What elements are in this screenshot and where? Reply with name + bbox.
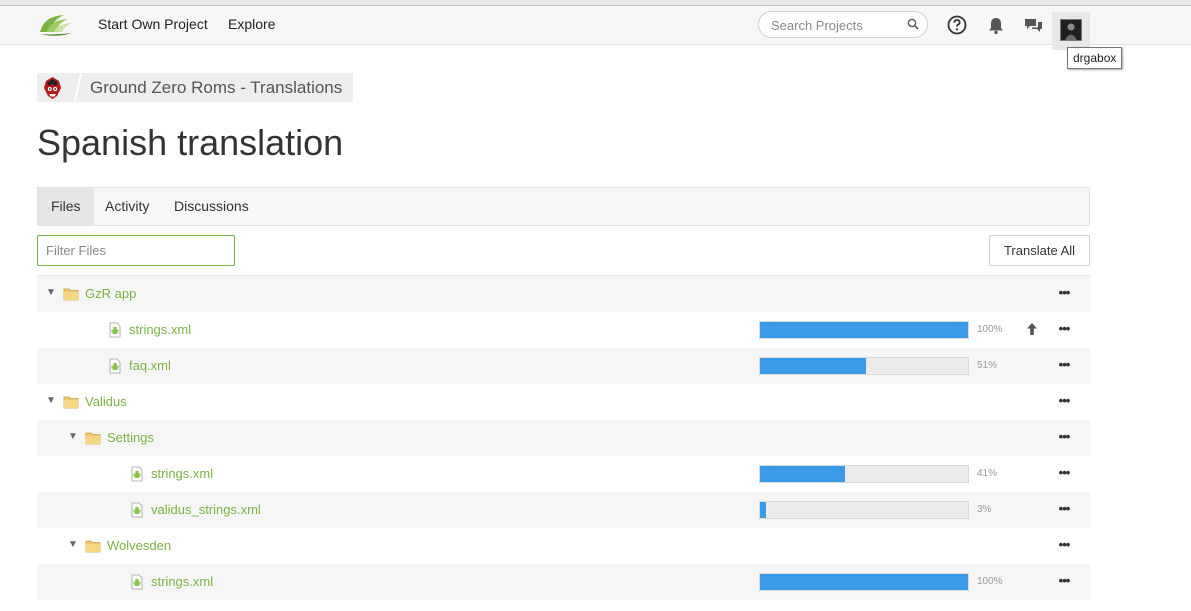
translation-progress-bar [759, 501, 969, 519]
avatar[interactable] [1060, 19, 1082, 41]
search-icon[interactable] [907, 18, 919, 30]
nav-start-own-project[interactable]: Start Own Project [98, 16, 208, 32]
messages-icon[interactable] [1022, 14, 1044, 36]
user-tooltip: drgabox [1067, 47, 1123, 69]
tab-discussions[interactable]: Discussions [161, 188, 262, 225]
tree-file-row[interactable]: faq.xml 51% ••• [37, 348, 1090, 384]
tree-folder-row[interactable]: ▼ GzR app ••• [37, 276, 1090, 312]
folder-icon [85, 432, 101, 445]
more-options-icon[interactable]: ••• [1053, 352, 1075, 378]
folder-icon [63, 396, 79, 409]
more-options-icon[interactable]: ••• [1053, 460, 1075, 486]
tree-file-row[interactable]: validus_strings.xml 3% ••• [37, 492, 1090, 528]
translation-progress-bar [759, 357, 969, 375]
tree-folder-row[interactable]: ▼ Wolvesden ••• [37, 528, 1090, 564]
more-options-icon[interactable]: ••• [1053, 280, 1075, 306]
folder-icon [63, 288, 79, 301]
file-tree: ▼ GzR app ••• strings.xml 100% ••• faq.xml 51% •… [37, 275, 1090, 600]
android-file-icon [131, 502, 143, 518]
breadcrumb: Ground Zero Roms - Translations [37, 73, 353, 102]
more-options-icon[interactable]: ••• [1053, 424, 1075, 450]
progress-fill [760, 466, 846, 482]
search-box [758, 11, 928, 38]
tab-files[interactable]: Files [38, 188, 94, 225]
folder-name[interactable]: GzR app [85, 286, 136, 301]
progress-fill [760, 502, 767, 518]
nav-explore[interactable]: Explore [228, 16, 275, 32]
progress-percent: 100% [977, 324, 1003, 335]
progress-fill [760, 358, 867, 374]
tree-file-row[interactable]: strings.xml 100% ••• [37, 312, 1090, 348]
help-icon[interactable] [946, 14, 968, 36]
more-options-icon[interactable]: ••• [1053, 388, 1075, 414]
file-name-link[interactable]: strings.xml [129, 322, 191, 337]
tree-folder-row[interactable]: ▼ Validus ••• [37, 384, 1090, 420]
folder-name[interactable]: Settings [107, 430, 154, 445]
progress-percent: 41% [977, 468, 998, 479]
user-menu[interactable] [1052, 12, 1090, 50]
translation-progress-bar [759, 321, 969, 339]
breadcrumb-separator [74, 73, 82, 102]
project-logo-icon[interactable] [39, 74, 66, 101]
breadcrumb-project-link[interactable]: Ground Zero Roms - Translations [90, 78, 342, 98]
android-file-icon [109, 322, 121, 338]
collapse-caret-icon[interactable]: ▼ [45, 287, 57, 298]
tree-file-row[interactable]: strings.xml 41% ••• [37, 456, 1090, 492]
folder-name[interactable]: Validus [85, 394, 127, 409]
page-title: Spanish translation [37, 122, 344, 163]
collapse-caret-icon[interactable]: ▼ [67, 431, 79, 442]
translation-progress-bar [759, 573, 969, 591]
progress-fill [760, 574, 968, 590]
more-options-icon[interactable]: ••• [1053, 532, 1075, 558]
translation-progress-bar [759, 465, 969, 483]
android-file-icon [131, 466, 143, 482]
folder-icon [85, 540, 101, 553]
avatar-image-icon [1061, 20, 1081, 40]
progress-percent: 100% [977, 576, 1003, 587]
more-options-icon[interactable]: ••• [1053, 316, 1075, 342]
tab-bar: Files Activity Discussions [37, 187, 1090, 226]
collapse-caret-icon[interactable]: ▼ [67, 539, 79, 550]
file-name-link[interactable]: strings.xml [151, 574, 213, 589]
progress-percent: 51% [977, 360, 998, 371]
app-logo-icon[interactable] [38, 12, 74, 38]
upload-arrow-icon[interactable] [1025, 322, 1039, 336]
android-file-icon [109, 358, 121, 374]
notifications-bell-icon[interactable] [985, 14, 1007, 36]
more-options-icon[interactable]: ••• [1053, 568, 1075, 594]
progress-percent: 3% [977, 504, 992, 515]
progress-fill [760, 322, 968, 338]
top-navbar: Start Own Project Explore [0, 6, 1191, 50]
tree-file-row[interactable]: strings.xml 100% ••• [37, 564, 1090, 600]
search-input[interactable] [771, 16, 901, 34]
more-options-icon[interactable]: ••• [1053, 496, 1075, 522]
tree-folder-row[interactable]: ▼ Settings ••• [37, 420, 1090, 456]
filter-files-input[interactable] [37, 235, 235, 266]
file-name-link[interactable]: validus_strings.xml [151, 502, 261, 517]
android-file-icon [131, 574, 143, 590]
file-name-link[interactable]: faq.xml [129, 358, 171, 373]
collapse-caret-icon[interactable]: ▼ [45, 395, 57, 406]
folder-name[interactable]: Wolvesden [107, 538, 171, 553]
file-name-link[interactable]: strings.xml [151, 466, 213, 481]
translate-all-button[interactable]: Translate All [989, 235, 1090, 266]
tab-activity[interactable]: Activity [92, 188, 162, 225]
